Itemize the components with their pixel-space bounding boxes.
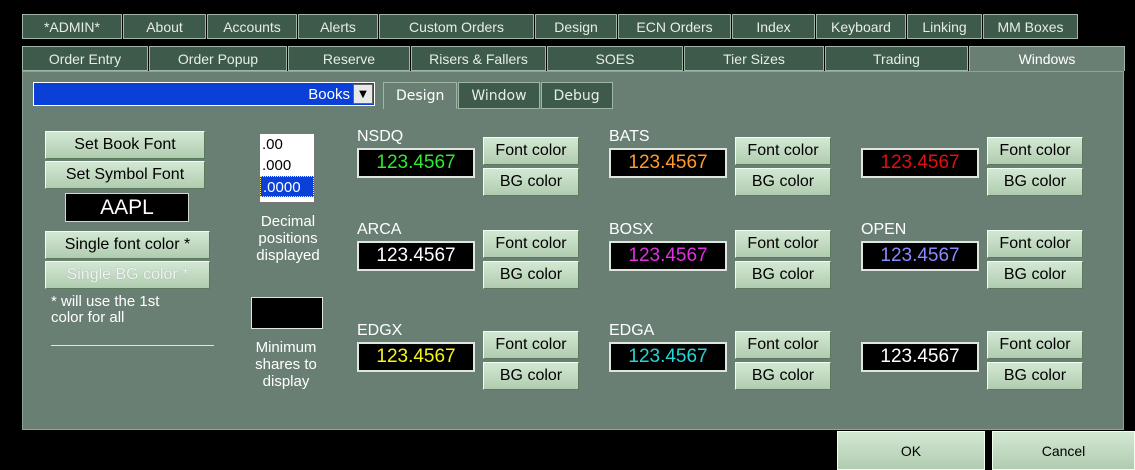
exchange-price-preview: 123.4567 (609, 342, 727, 372)
exchange-name: NSDQ (357, 128, 404, 145)
exchange-price-preview: 123.4567 (609, 241, 727, 271)
exchange-name: EDGX (357, 322, 403, 339)
tab-alerts[interactable]: Alerts (298, 14, 378, 39)
min-shares-label: Minimum shares to display (255, 339, 317, 390)
symbol-preview: AAPL (65, 193, 189, 222)
exchange-price-preview: 123.4567 (357, 241, 475, 271)
bg-color-button[interactable]: BG color (483, 168, 579, 196)
tab-ecn-orders[interactable]: ECN Orders (618, 14, 731, 39)
exchange-price-preview: 123.4567 (609, 148, 727, 178)
decimal-option[interactable]: .00 (260, 134, 314, 155)
exchange-name: BOSX (609, 221, 654, 238)
single-font-color-button[interactable]: Single font color * (45, 231, 210, 259)
divider (51, 345, 214, 346)
tab-custom-orders[interactable]: Custom Orders (379, 14, 534, 39)
window-type-select[interactable]: Books ▼ (33, 82, 375, 106)
tab-row-1: *ADMIN* About Accounts Alerts Custom Orders D… (22, 14, 1124, 39)
font-color-button[interactable]: Font color (483, 331, 579, 359)
window-type-value: Books (308, 86, 350, 103)
tab-mm-boxes[interactable]: MM Boxes (983, 14, 1078, 39)
exchange-price-preview: 123.4567 (861, 148, 979, 178)
decimal-option[interactable]: .000 (260, 155, 314, 176)
font-color-button[interactable]: Font color (735, 230, 831, 258)
font-color-button[interactable]: Font color (987, 331, 1083, 359)
bg-color-button[interactable]: BG color (987, 261, 1083, 289)
tab-reserve[interactable]: Reserve (288, 46, 410, 71)
ok-button[interactable]: OK (837, 431, 985, 470)
decimal-option[interactable]: .0000 (260, 176, 314, 197)
decimal-positions-list[interactable]: .00.000.0000 (259, 133, 315, 203)
tab-about[interactable]: About (123, 14, 206, 39)
bg-color-button[interactable]: BG color (735, 168, 831, 196)
font-color-button[interactable]: Font color (483, 230, 579, 258)
subtab-window[interactable]: Window (458, 82, 540, 109)
font-color-button[interactable]: Font color (987, 230, 1083, 258)
subtab-bar: Design Window Debug (383, 82, 614, 109)
subtab-debug[interactable]: Debug (540, 82, 613, 109)
bg-color-button[interactable]: BG color (987, 168, 1083, 196)
exchange-name: EDGA (609, 322, 655, 339)
tab-risers-fallers[interactable]: Risers & Fallers (411, 46, 546, 71)
tab-design[interactable]: Design (535, 14, 617, 39)
tab-order-popup[interactable]: Order Popup (149, 46, 287, 71)
decimal-label: Decimal positions displayed (256, 213, 320, 264)
tab-keyboard[interactable]: Keyboard (816, 14, 906, 39)
tab-row-2: Order Entry Order Popup Reserve Risers & Fa… (22, 46, 1125, 71)
subtab-design[interactable]: Design (383, 82, 458, 109)
cancel-button[interactable]: Cancel (992, 431, 1135, 470)
font-color-button[interactable]: Font color (987, 137, 1083, 165)
tab-windows[interactable]: Windows (969, 46, 1125, 71)
min-shares-input[interactable] (251, 297, 323, 329)
tab-tier-sizes[interactable]: Tier Sizes (684, 46, 824, 71)
bg-color-button[interactable]: BG color (987, 362, 1083, 390)
bg-color-button[interactable]: BG color (483, 261, 579, 289)
tab-soes[interactable]: SOES (547, 46, 683, 71)
settings-window: *ADMIN* About Accounts Alerts Custom Orders D… (0, 0, 1135, 470)
single-bg-color-button[interactable]: Single BG color * (45, 261, 210, 289)
font-color-button[interactable]: Font color (483, 137, 579, 165)
font-color-button[interactable]: Font color (735, 331, 831, 359)
exchange-price-preview: 123.4567 (861, 241, 979, 271)
windows-panel: Books ▼ Design Window Debug Set Book Font … (22, 71, 1124, 430)
bg-color-button[interactable]: BG color (735, 261, 831, 289)
exchange-name: BATS (609, 128, 650, 145)
font-color-button[interactable]: Font color (735, 137, 831, 165)
chevron-down-icon[interactable]: ▼ (353, 84, 373, 104)
tab-trading[interactable]: Trading (825, 46, 968, 71)
tab-linking[interactable]: Linking (907, 14, 982, 39)
set-book-font-button[interactable]: Set Book Font (45, 131, 205, 159)
bg-color-button[interactable]: BG color (735, 362, 831, 390)
note-text-1: * will use the 1st (51, 293, 160, 310)
exchange-price-preview: 123.4567 (357, 148, 475, 178)
exchange-price-preview: 123.4567 (861, 342, 979, 372)
tab-index[interactable]: Index (732, 14, 815, 39)
tab-order-entry[interactable]: Order Entry (22, 46, 148, 71)
bg-color-button[interactable]: BG color (483, 362, 579, 390)
exchange-price-preview: 123.4567 (357, 342, 475, 372)
set-symbol-font-button[interactable]: Set Symbol Font (45, 161, 205, 189)
note-text-2: color for all (51, 309, 125, 326)
exchange-name: OPEN (861, 221, 907, 238)
exchange-name: ARCA (357, 221, 402, 238)
tab-admin[interactable]: *ADMIN* (22, 14, 122, 39)
tab-accounts[interactable]: Accounts (207, 14, 297, 39)
